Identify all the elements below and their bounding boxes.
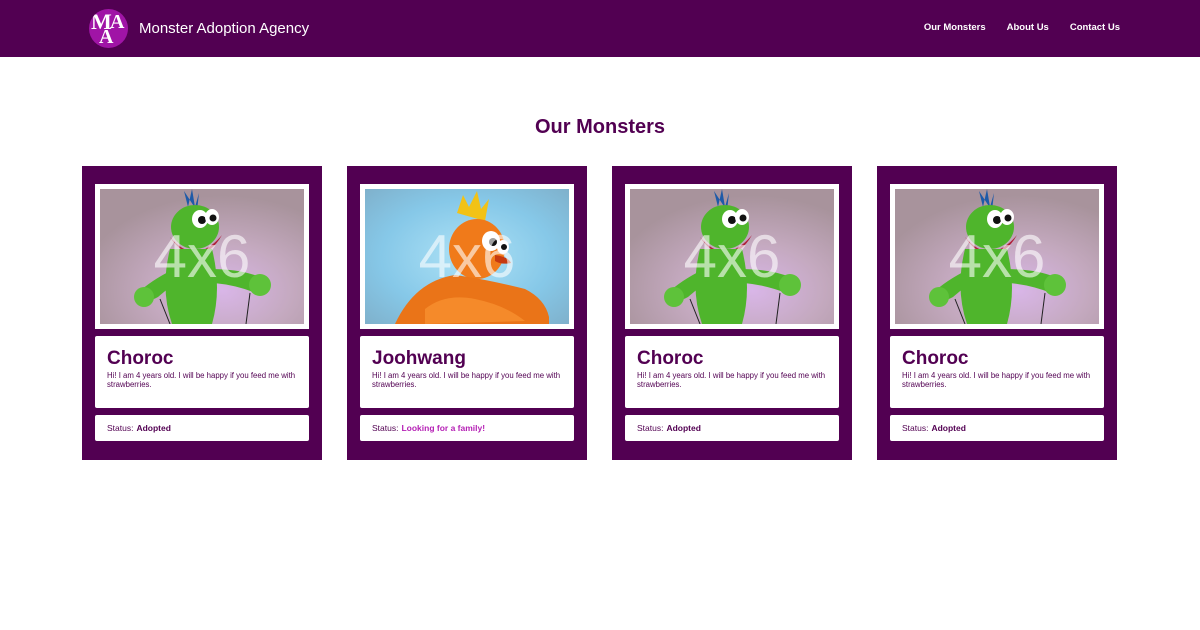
photo-frame: 4x6 [890,184,1104,329]
status-value: Looking for a family! [401,423,486,433]
page-title: Our Monsters [534,116,666,138]
photo-placeholder-label: 4x6 [683,223,781,290]
monster-card[interactable]: 4x6 Choroc Hi! I am 4 years old. I will … [82,166,322,460]
monster-description: Hi! I am 4 years old. I will be happy if… [372,371,561,389]
monster-photo: 4x6 [100,189,304,324]
photo-placeholder-label: 4x6 [418,223,516,290]
monster-name: Choroc [637,348,704,369]
status-label: Status: [902,423,929,433]
monster-name: Choroc [902,348,969,369]
monster-card[interactable]: 4x6 Choroc Hi! I am 4 years old. I will … [877,166,1117,460]
status-label: Status: [372,423,399,433]
status-value: Adopted [931,423,966,433]
photo-frame: 4x6 [95,184,309,329]
brand[interactable]: M A A Monster Adoption Agency [89,9,309,48]
monster-description: Hi! I am 4 years old. I will be happy if… [637,371,826,389]
nav-contact-us[interactable]: Contact Us [1070,21,1120,35]
main-nav: Our Monsters About Us Contact Us [924,21,1120,35]
logo-letter: A [99,26,114,48]
status-value: Adopted [136,423,171,433]
logo-icon: M A A [89,9,128,48]
nav-our-monsters[interactable]: Our Monsters [924,21,986,35]
monster-name: Joohwang [372,348,466,369]
monster-photo: 4x6 [365,189,569,324]
top-navbar: M A A Monster Adoption Agency Our Monste… [0,0,1200,57]
brand-name: Monster Adoption Agency [139,19,310,37]
monster-card[interactable]: 4x6 Joohwang Hi! I am 4 years old. I wil… [347,166,587,460]
status-label: Status: [637,423,664,433]
photo-frame: 4x6 [625,184,839,329]
monster-card[interactable]: 4x6 Choroc Hi! I am 4 years old. I will … [612,166,852,460]
monster-info: Choroc Hi! I am 4 years old. I will be h… [890,336,1104,408]
monster-photo: 4x6 [630,189,834,324]
status-value: Adopted [666,423,701,433]
status-bar: Status: Adopted [890,415,1104,441]
monster-info: Choroc Hi! I am 4 years old. I will be h… [625,336,839,408]
monster-photo: 4x6 [895,189,1099,324]
photo-placeholder-label: 4x6 [153,223,251,290]
monster-name: Choroc [107,348,174,369]
photo-frame: 4x6 [360,184,574,329]
monster-description: Hi! I am 4 years old. I will be happy if… [902,371,1091,389]
monster-info: Choroc Hi! I am 4 years old. I will be h… [95,336,309,408]
photo-placeholder-label: 4x6 [948,223,1046,290]
monster-description: Hi! I am 4 years old. I will be happy if… [107,371,296,389]
status-label: Status: [107,423,134,433]
monster-info: Joohwang Hi! I am 4 years old. I will be… [360,336,574,408]
nav-about-us[interactable]: About Us [1007,21,1049,35]
status-bar: Status: Adopted [95,415,309,441]
status-bar: Status: Looking for a family! [360,415,574,441]
status-bar: Status: Adopted [625,415,839,441]
monster-cards: 4x6 Choroc Hi! I am 4 years old. I will … [82,166,1117,460]
